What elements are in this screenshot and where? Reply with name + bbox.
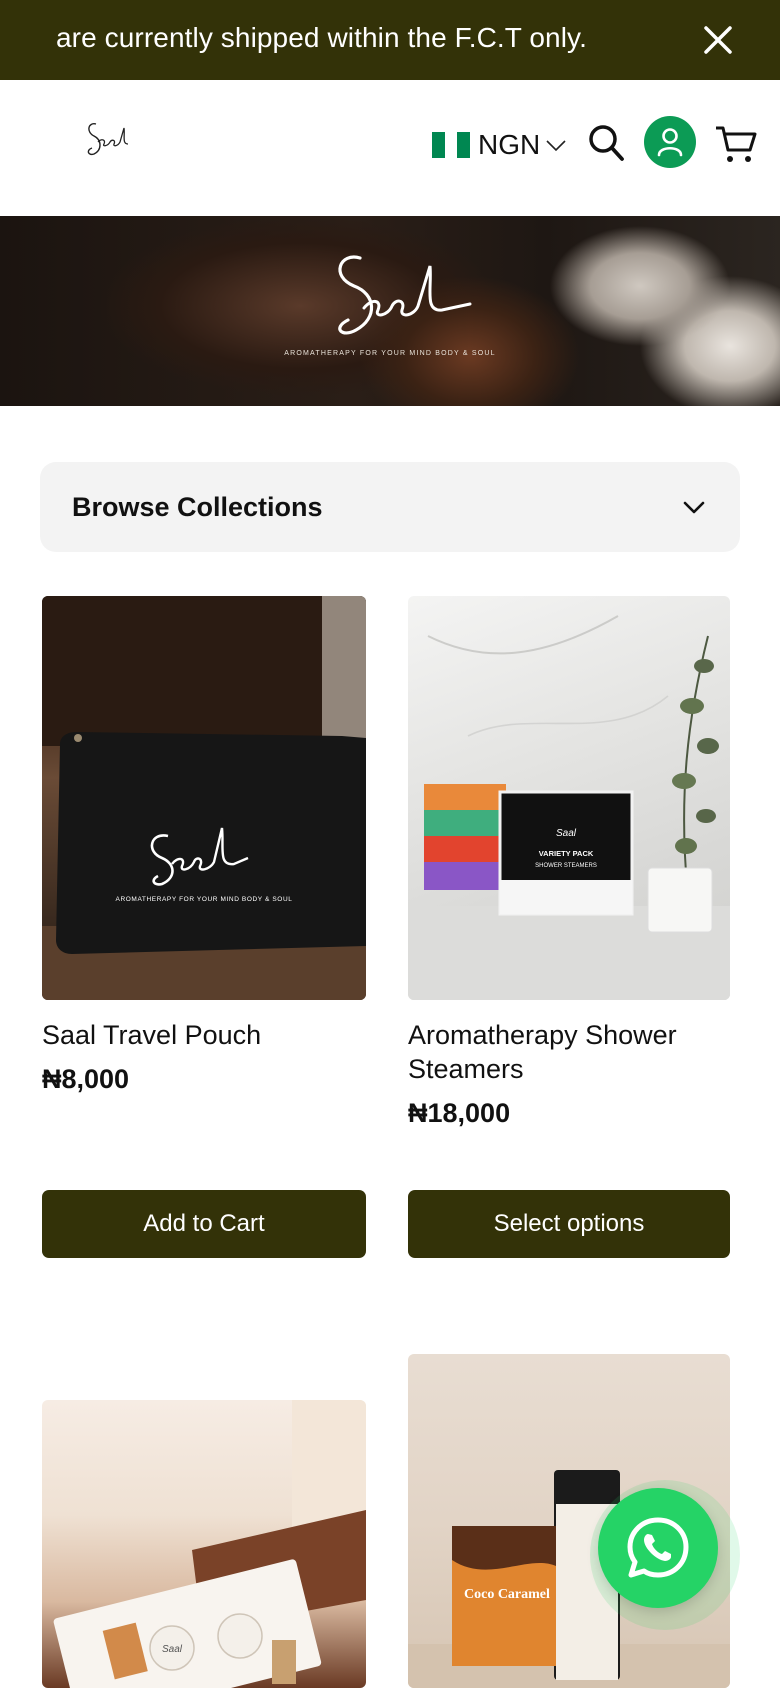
whatsapp-icon bbox=[627, 1517, 689, 1578]
hero-banner: AROMATHERAPY FOR YOUR MIND BODY & SOUL bbox=[0, 216, 780, 406]
search-icon[interactable] bbox=[586, 122, 626, 164]
coco-caramel-label: Coco Caramel bbox=[464, 1587, 550, 1602]
browse-collections-dropdown[interactable]: Browse Collections bbox=[40, 462, 740, 552]
product-image-gift-box[interactable]: Saal bbox=[42, 1400, 366, 1688]
currency-selector[interactable]: NGN bbox=[432, 124, 568, 166]
close-icon[interactable] bbox=[698, 20, 738, 60]
account-button[interactable] bbox=[644, 116, 696, 168]
product-title[interactable]: Saal Travel Pouch bbox=[42, 1018, 372, 1052]
site-header: NGN bbox=[0, 80, 780, 216]
product-price: ₦8,000 bbox=[42, 1064, 130, 1094]
gift-box-illustration: Saal bbox=[53, 1400, 366, 1688]
add-to-cart-button[interactable]: Add to Cart bbox=[42, 1190, 366, 1258]
product-image-shower-steamers[interactable]: Saal VARIETY PACK SHOWER STEAMERS bbox=[408, 596, 730, 1000]
browse-collections-label: Browse Collections bbox=[72, 491, 323, 522]
saal-logo[interactable] bbox=[80, 114, 140, 164]
box-title: VARIETY PACK bbox=[539, 849, 594, 858]
hero-saal-logo bbox=[338, 255, 472, 335]
box-subtitle: SHOWER STEAMERS bbox=[535, 863, 597, 869]
chevron-down-icon bbox=[683, 501, 705, 514]
product-title[interactable]: Aromatherapy Shower Steamers bbox=[408, 1018, 738, 1086]
announcement-text: are currently shipped within the F.C.T o… bbox=[56, 22, 587, 53]
eucalyptus-plant bbox=[672, 635, 719, 897]
currency-code: NGN bbox=[478, 129, 541, 160]
whatsapp-button[interactable] bbox=[598, 1488, 718, 1608]
product-image-travel-pouch[interactable]: AROMATHERAPY FOR YOUR MIND BODY & SOUL bbox=[42, 596, 366, 1000]
nigeria-flag-icon bbox=[432, 132, 471, 158]
hero-tagline: AROMATHERAPY FOR YOUR MIND BODY & SOUL bbox=[284, 350, 496, 357]
box-logo: Saal bbox=[556, 828, 577, 839]
announcement-bar: are currently shipped within the F.C.T o… bbox=[0, 0, 780, 80]
pouch-tagline: AROMATHERAPY FOR YOUR MIND BODY & SOUL bbox=[116, 896, 293, 903]
travel-pouch-illustration: AROMATHERAPY FOR YOUR MIND BODY & SOUL bbox=[42, 596, 366, 1000]
chevron-down-icon bbox=[546, 140, 566, 152]
shower-steamers-illustration: Saal VARIETY PACK SHOWER STEAMERS bbox=[408, 615, 730, 1000]
cart-icon[interactable] bbox=[714, 122, 758, 166]
jar-logo: Saal bbox=[162, 1644, 183, 1655]
product-price: ₦18,000 bbox=[408, 1098, 511, 1128]
select-options-button[interactable]: Select options bbox=[408, 1190, 730, 1258]
account-icon bbox=[657, 128, 683, 157]
